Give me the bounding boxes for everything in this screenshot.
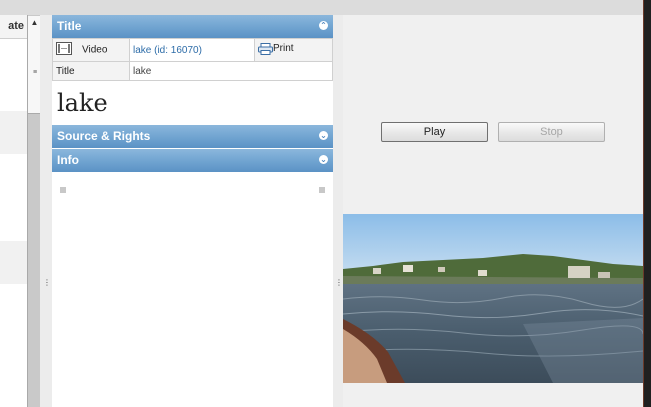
corner-marker-icon: [319, 187, 325, 193]
video-key-label: Video: [82, 44, 108, 56]
title-key-cell: Title: [52, 61, 130, 81]
column-header-date[interactable]: ate: [0, 15, 27, 39]
left-splitter[interactable]: [40, 15, 52, 407]
source-rights-label: Source & Rights: [57, 129, 151, 143]
splitter-grip-icon[interactable]: ⋮: [43, 278, 51, 287]
splitter-grip-icon[interactable]: ⋮: [335, 278, 343, 287]
list-row[interactable]: [0, 111, 27, 154]
info-section-header[interactable]: Info ⌄: [52, 149, 333, 172]
video-key-cell: Video: [52, 38, 130, 62]
info-label: Info: [57, 153, 79, 167]
filmstrip-icon: [56, 42, 72, 58]
corner-marker-icon: [60, 187, 66, 193]
stop-button[interactable]: Stop: [498, 122, 605, 142]
media-player: Play Stop: [343, 15, 643, 407]
metadata-panel: Title ⌃ Video lake (id: 16070) Print Tit…: [52, 15, 333, 407]
list-row[interactable]: [0, 241, 27, 284]
title-section-label: Title: [57, 19, 82, 33]
print-button[interactable]: Print: [254, 38, 333, 62]
collapse-icon[interactable]: ⌃: [319, 21, 328, 30]
printer-icon: [258, 42, 273, 58]
window-edge: [643, 0, 651, 407]
metadata-table: Video lake (id: 16070) Print Title lake: [52, 38, 333, 81]
expand-icon[interactable]: ⌄: [319, 155, 328, 164]
print-label: Print: [273, 42, 294, 54]
top-strip: [0, 0, 651, 16]
page-title: lake: [57, 89, 108, 117]
video-frame[interactable]: [343, 214, 643, 383]
results-list: ate: [0, 15, 27, 407]
right-splitter[interactable]: [333, 15, 343, 407]
title-value-cell: lake: [129, 61, 333, 81]
grip-icon: ≡: [33, 69, 38, 76]
play-button[interactable]: Play: [381, 122, 488, 142]
source-rights-section-header[interactable]: Source & Rights ⌄: [52, 125, 333, 148]
title-section-header[interactable]: Title ⌃: [52, 15, 333, 38]
expand-icon[interactable]: ⌄: [319, 131, 328, 140]
video-link[interactable]: lake (id: 16070): [129, 38, 255, 62]
